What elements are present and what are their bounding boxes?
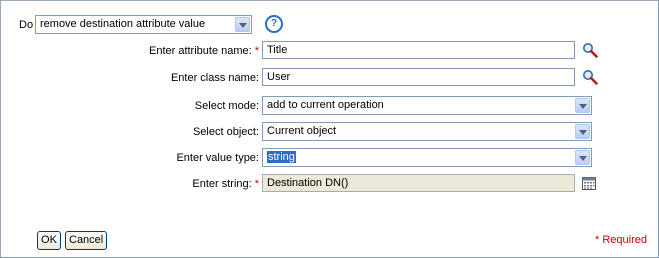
chevron-down-icon[interactable]	[235, 17, 250, 32]
class-name-label: Enter class name:	[170, 72, 259, 84]
value-type-select[interactable]: string	[262, 148, 592, 167]
attribute-name-input[interactable]: Title	[262, 41, 575, 59]
value-type-label: Enter value type:	[176, 152, 259, 164]
class-name-input[interactable]: User	[262, 68, 575, 86]
required-note: * Required	[595, 234, 647, 246]
object-select-value: Current object	[267, 125, 337, 137]
help-icon[interactable]: ?	[265, 15, 283, 33]
required-marker: *	[254, 45, 259, 57]
object-select[interactable]: Current object	[262, 122, 592, 141]
object-label: Select object:	[192, 126, 259, 138]
chevron-down-icon[interactable]	[575, 150, 590, 165]
string-input[interactable]: Destination DN()	[262, 174, 575, 192]
mode-select[interactable]: add to current operation	[262, 96, 592, 115]
mode-select-value: add to current operation	[267, 99, 384, 111]
action-select-value: remove destination attribute value	[40, 18, 206, 30]
magnifier-icon[interactable]	[582, 69, 598, 85]
action-select[interactable]: remove destination attribute value	[35, 15, 252, 34]
argument-builder-icon[interactable]	[582, 177, 596, 190]
value-type-select-value: string	[267, 151, 296, 163]
cancel-button[interactable]: Cancel	[65, 231, 107, 250]
chevron-down-icon[interactable]	[575, 98, 590, 113]
ok-button[interactable]: OK	[37, 231, 61, 250]
magnifier-icon[interactable]	[582, 42, 598, 58]
chevron-down-icon[interactable]	[575, 124, 590, 139]
mode-label: Select mode:	[194, 100, 259, 112]
required-marker: *	[254, 178, 259, 190]
do-label: Do	[19, 19, 34, 31]
attribute-name-label: Enter attribute name: *	[148, 45, 259, 57]
string-label: Enter string: *	[192, 178, 259, 190]
